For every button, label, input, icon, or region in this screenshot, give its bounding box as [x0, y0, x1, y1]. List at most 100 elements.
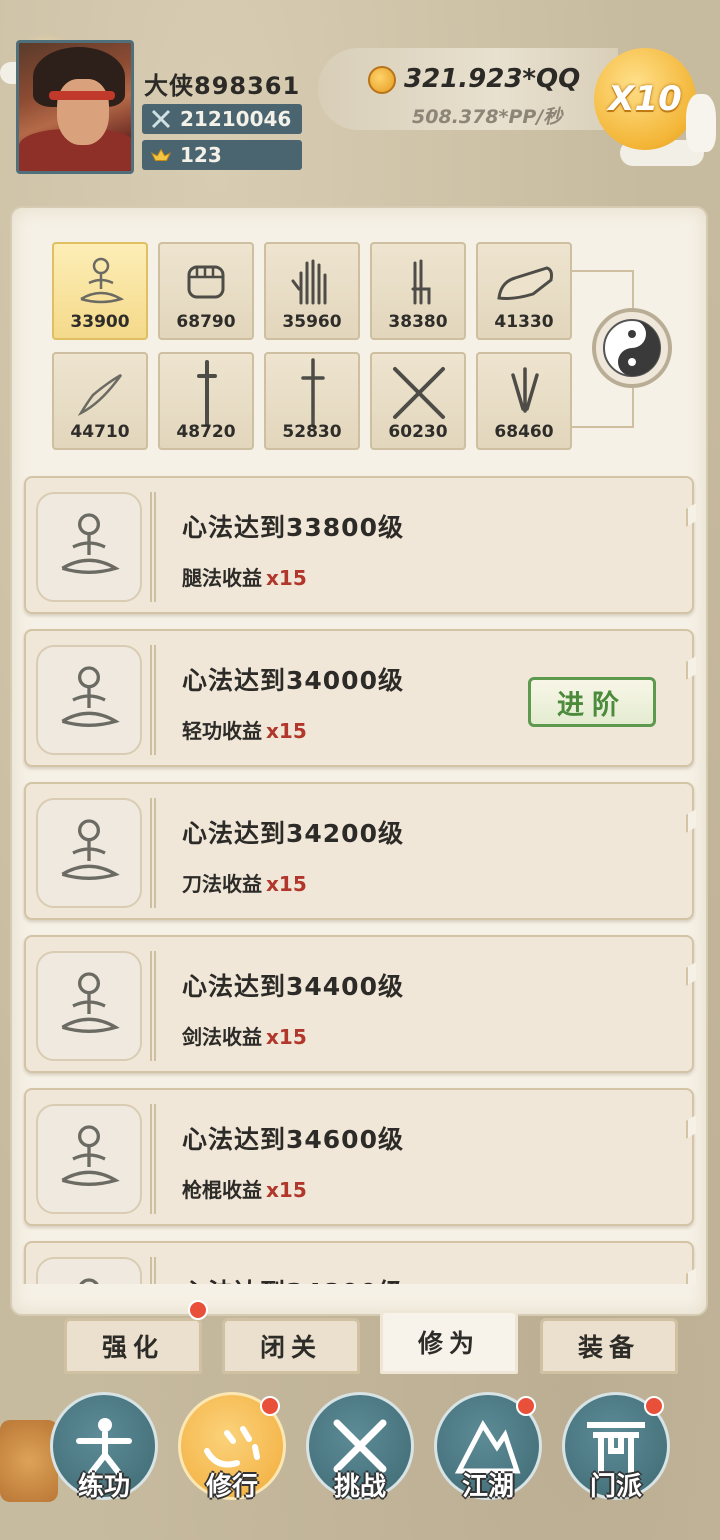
milestone-bonus: 枪棍收益 x15	[182, 1174, 307, 1203]
spear-icon	[386, 360, 452, 426]
skill-level: 52830	[282, 422, 342, 442]
skill-slot-light-skill[interactable]: 44710	[52, 352, 148, 450]
gold-stat: 123	[142, 140, 302, 170]
feather-icon	[68, 360, 134, 426]
meditation-icon	[36, 492, 142, 602]
milestone-bonus: 轻功收益 x15	[182, 715, 307, 744]
milestone-list[interactable]: 心法达到33800级 腿法收益 x15 心法达到34000级 轻功收益 x15 进阶 心法达到…	[22, 474, 698, 1284]
card-divider	[150, 492, 156, 602]
notification-badge	[188, 1300, 208, 1320]
daggers-icon	[492, 360, 558, 426]
player-avatar[interactable]	[16, 40, 134, 174]
bonus-label: 枪棍收益	[182, 1178, 262, 1202]
skill-slot-leg[interactable]: 41330	[476, 242, 572, 340]
milestone-card: 心法达到34200级刀法收益 x15	[24, 782, 696, 920]
sword-icon	[280, 358, 346, 428]
card-notch	[686, 809, 696, 833]
tab-seclusion[interactable]: 闭关	[222, 1318, 360, 1374]
meditation-icon	[36, 645, 142, 755]
bonus-multiplier: x15	[266, 719, 307, 743]
nav-label: 门派	[589, 1472, 642, 1502]
resource-rate: 508.378*PP/秒	[412, 106, 563, 128]
bonus-label: 轻功收益	[182, 719, 262, 743]
milestone-bonus: 剑法收益 x15	[182, 1021, 307, 1050]
skill-level: 38380	[388, 312, 448, 332]
card-notch	[686, 962, 696, 986]
skill-level: 44710	[70, 422, 130, 442]
fist-icon	[174, 250, 240, 316]
gold-value: 123	[180, 143, 222, 167]
avatar-headband	[49, 91, 115, 100]
bonus-multiplier: x15	[266, 566, 307, 590]
skill-level: 60230	[388, 422, 448, 442]
skill-slot-heart-method[interactable]: 33900	[52, 242, 148, 340]
bonus-multiplier: x15	[266, 1025, 307, 1049]
skill-slot-hidden-weapon[interactable]: 68460	[476, 352, 572, 450]
nav-label: 挑战	[333, 1472, 386, 1502]
card-notch	[686, 1115, 696, 1139]
bonus-multiplier: x15	[266, 872, 307, 896]
milestone-card: 心法达到34800级	[24, 1241, 696, 1284]
header: 大侠898361 21210046 123 321.923*QQ 508.378…	[0, 0, 720, 200]
card-divider	[150, 1257, 156, 1284]
milestone-bonus: 腿法收益 x15	[182, 562, 307, 591]
meditation-icon	[36, 1104, 142, 1214]
meditation-icon	[36, 798, 142, 908]
resource-amount: 321.923*QQ	[404, 64, 581, 94]
notification-badge	[516, 1396, 536, 1416]
card-notch	[686, 503, 696, 527]
avatar-face	[57, 79, 109, 145]
multiplier-button[interactable]: X10	[594, 48, 696, 150]
tab-equipment[interactable]: 装备	[540, 1318, 678, 1374]
card-divider	[150, 645, 156, 755]
skill-slot-fist[interactable]: 68790	[158, 242, 254, 340]
tab-cultivation[interactable]: 修为	[380, 1310, 518, 1374]
skill-level: 33900	[70, 312, 130, 332]
yin-yang-icon	[603, 319, 661, 377]
skill-slot-palm[interactable]: 35960	[264, 242, 360, 340]
nav-label: 练功	[77, 1472, 130, 1502]
shoe-icon	[492, 250, 558, 316]
crossed-swords-icon	[150, 108, 172, 130]
meditation-icon	[68, 250, 134, 316]
skill-slot-finger[interactable]: 38380	[370, 242, 466, 340]
power-value: 21210046	[180, 107, 292, 131]
tab-strengthen[interactable]: 强化	[64, 1318, 202, 1374]
bonus-multiplier: x15	[266, 1178, 307, 1202]
skill-slot-sword[interactable]: 52830	[264, 352, 360, 450]
milestone-title: 心法达到34000级	[182, 666, 404, 695]
milestone-card: 心法达到33800级 腿法收益 x15	[24, 476, 696, 614]
card-notch	[686, 656, 696, 680]
card-divider	[150, 798, 156, 908]
skill-slot-saber[interactable]: 48720	[158, 352, 254, 450]
milestone-title: 心法达到34600级	[182, 1125, 404, 1154]
milestone-card: 心法达到34000级 轻功收益 x15 进阶	[24, 629, 696, 767]
notification-badge	[260, 1396, 280, 1416]
player-name: 大侠898361	[144, 72, 301, 100]
meditation-icon	[36, 1257, 142, 1284]
nav-label: 修行	[205, 1472, 258, 1502]
bonus-label: 剑法收益	[182, 1025, 262, 1049]
card-notch	[686, 1268, 696, 1284]
card-divider	[150, 951, 156, 1061]
meditation-icon	[36, 951, 142, 1061]
milestone-title: 心法达到34200级	[182, 819, 404, 848]
finger-icon	[386, 250, 452, 316]
skill-level: 68460	[494, 422, 554, 442]
saber-icon	[174, 360, 240, 426]
skill-level: 35960	[282, 312, 342, 332]
skill-slot-spear[interactable]: 60230	[370, 352, 466, 450]
notification-badge	[644, 1396, 664, 1416]
skill-level: 68790	[176, 312, 236, 332]
advance-button[interactable]: 进阶	[528, 677, 656, 727]
yin-yang-button[interactable]	[592, 308, 672, 388]
milestone-title: 心法达到34800级	[182, 1273, 404, 1284]
power-stat: 21210046	[142, 104, 302, 134]
skill-level: 41330	[494, 312, 554, 332]
milestone-title: 心法达到34400级	[182, 972, 404, 1001]
coin-icon	[368, 66, 396, 94]
bonus-label: 刀法收益	[182, 872, 262, 896]
rabbit-decoration	[686, 94, 716, 152]
milestone-title: 心法达到33800级	[182, 513, 404, 542]
skill-level: 48720	[176, 422, 236, 442]
